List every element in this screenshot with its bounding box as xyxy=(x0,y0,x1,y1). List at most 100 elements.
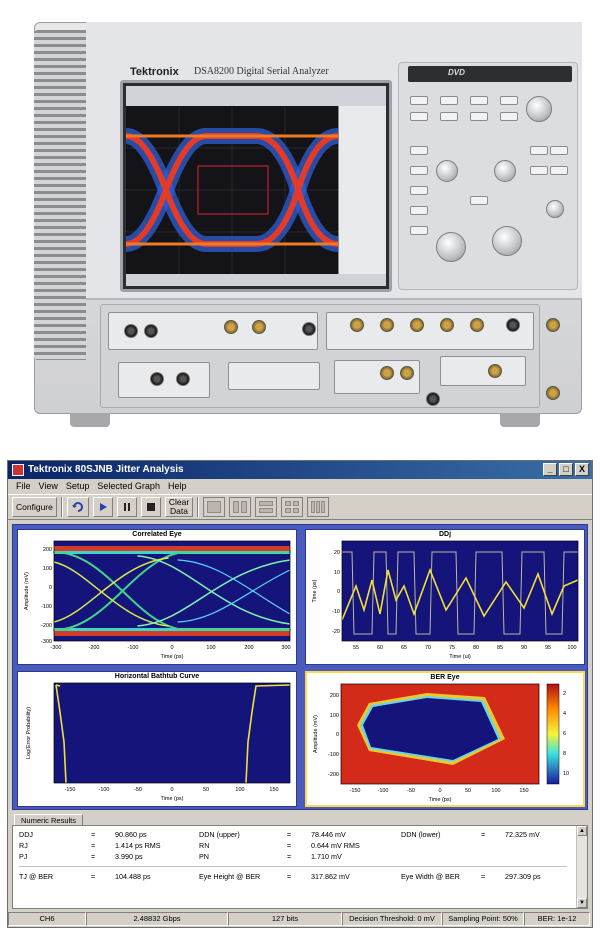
module-lock-screw[interactable] xyxy=(302,322,316,336)
refresh-button[interactable] xyxy=(66,497,89,517)
minimize-button[interactable]: _ xyxy=(543,463,557,476)
result-eq: = xyxy=(287,852,292,861)
y-axis-label: Amplitude (mV) xyxy=(24,572,30,610)
single-layout-icon[interactable] xyxy=(203,497,226,517)
window-titlebar[interactable]: Tektronix 80SJNB Jitter Analysis _ □ X xyxy=(8,461,592,479)
panel-button[interactable] xyxy=(410,206,428,215)
result-eq: = xyxy=(481,830,486,839)
sma-connector[interactable] xyxy=(380,366,394,380)
app-icon xyxy=(12,464,24,476)
vertical-scale-knob[interactable] xyxy=(436,232,466,262)
two-column-layout-icon[interactable] xyxy=(229,497,252,517)
step-button[interactable] xyxy=(116,497,137,517)
result-value: 297.309 ps xyxy=(505,872,541,881)
module-lock-screw[interactable] xyxy=(506,318,520,332)
sma-connector[interactable] xyxy=(546,318,560,332)
panel-button[interactable] xyxy=(410,146,428,155)
result-eq: = xyxy=(91,852,96,861)
sma-connector[interactable] xyxy=(400,366,414,380)
panel-button[interactable] xyxy=(410,166,428,175)
sma-connector[interactable] xyxy=(410,318,424,332)
configure-button[interactable]: Configure xyxy=(12,497,57,517)
sma-connector[interactable] xyxy=(350,318,364,332)
jitter-analysis-window: Tektronix 80SJNB Jitter Analysis _ □ X F… xyxy=(7,460,593,928)
screen-footer xyxy=(126,274,386,286)
panel-button[interactable] xyxy=(440,112,458,121)
panel-button[interactable] xyxy=(530,166,548,175)
scroll-up-icon[interactable]: ▲ xyxy=(577,826,587,836)
panel-button[interactable] xyxy=(410,226,428,235)
x-tick: -150 xyxy=(349,788,360,794)
menu-help[interactable]: Help xyxy=(164,479,191,494)
panel-button[interactable] xyxy=(470,196,488,205)
optical-port[interactable] xyxy=(144,324,158,338)
panel-button[interactable] xyxy=(470,112,488,121)
chassis-foot xyxy=(70,413,110,427)
panel-button[interactable] xyxy=(530,146,548,155)
result-label: DDJ xyxy=(19,830,33,839)
bathtub-graph[interactable]: Horizontal Bathtub Curve -150 -100 -50 0… xyxy=(17,671,297,807)
clear-data-button[interactable]: Clear Data xyxy=(164,497,194,517)
result-eq: = xyxy=(91,830,96,839)
sma-connector[interactable] xyxy=(224,320,238,334)
panel-button[interactable] xyxy=(550,146,568,155)
electrical-port[interactable] xyxy=(176,372,190,386)
x-tick: -100 xyxy=(98,787,109,793)
ddj-graph[interactable]: DDj 20 10 0 -10 -20 55 60 65 70 75 80 85… xyxy=(305,529,585,665)
power-button[interactable] xyxy=(426,392,440,406)
panel-button[interactable] xyxy=(410,96,428,105)
optical-sampling-module xyxy=(108,312,318,350)
general-purpose-knob[interactable] xyxy=(526,96,552,122)
optical-port[interactable] xyxy=(124,324,138,338)
run-icon xyxy=(99,503,107,511)
sma-connector[interactable] xyxy=(380,318,394,332)
electrical-port[interactable] xyxy=(150,372,164,386)
scroll-down-icon[interactable]: ▼ xyxy=(577,898,587,908)
run-button[interactable] xyxy=(92,497,113,517)
trigger-level-knob[interactable] xyxy=(546,200,564,218)
screen-menubar xyxy=(126,86,386,106)
sma-connector[interactable] xyxy=(440,318,454,332)
panel-button[interactable] xyxy=(440,96,458,105)
stop-button[interactable] xyxy=(140,497,161,517)
quad-layout-icon[interactable] xyxy=(281,497,304,517)
x-tick: 100 xyxy=(235,787,244,793)
y-tick: -200 xyxy=(328,772,339,778)
results-row: RJ = 1.414 ps RMS RN = 0.644 mV RMS xyxy=(19,841,567,852)
sma-connector[interactable] xyxy=(546,386,560,400)
electrical-module xyxy=(440,356,526,386)
panel-button[interactable] xyxy=(550,166,568,175)
menu-setup[interactable]: Setup xyxy=(62,479,94,494)
horizontal-position-knob[interactable] xyxy=(494,160,516,182)
panel-button[interactable] xyxy=(500,96,518,105)
position-knob[interactable] xyxy=(436,160,458,182)
maximize-button[interactable]: □ xyxy=(559,463,573,476)
result-value: 72.325 mV xyxy=(505,830,540,839)
result-eq: = xyxy=(287,872,292,881)
menu-selected-graph[interactable]: Selected Graph xyxy=(93,479,164,494)
menu-file[interactable]: File xyxy=(12,479,35,494)
sma-connector[interactable] xyxy=(488,364,502,378)
status-sampling-point: Sampling Point: 50% xyxy=(442,912,524,926)
panel-button[interactable] xyxy=(410,112,428,121)
panel-button[interactable] xyxy=(470,96,488,105)
sma-connector[interactable] xyxy=(252,320,266,334)
three-column-layout-icon[interactable] xyxy=(307,497,330,517)
results-scrollbar[interactable]: ▲ ▼ xyxy=(576,826,587,908)
horizontal-scale-knob[interactable] xyxy=(492,226,522,256)
panel-button[interactable] xyxy=(410,186,428,195)
ber-eye-graph[interactable]: BER Eye 2 4 6 8 10 200 100 0 -100 -200 -… xyxy=(305,671,585,807)
menu-view[interactable]: View xyxy=(35,479,62,494)
two-row-layout-icon[interactable] xyxy=(255,497,278,517)
x-tick: 70 xyxy=(425,645,431,651)
close-button[interactable]: X xyxy=(575,463,589,476)
window-title: Tektronix 80SJNB Jitter Analysis xyxy=(28,464,184,475)
x-axis-label: Time (ps) xyxy=(428,797,451,803)
y-tick: -200 xyxy=(41,623,52,629)
y-tick: 20 xyxy=(334,550,340,556)
correlated-eye-graph[interactable]: Correlated Eye 200 100 0 -100 -200 -300 … xyxy=(17,529,297,665)
x-tick: 0 xyxy=(170,787,173,793)
panel-button[interactable] xyxy=(500,112,518,121)
ber-eye-plot: 2 4 6 8 10 200 100 0 -100 -200 -150 -100… xyxy=(313,683,569,803)
sma-connector[interactable] xyxy=(470,318,484,332)
